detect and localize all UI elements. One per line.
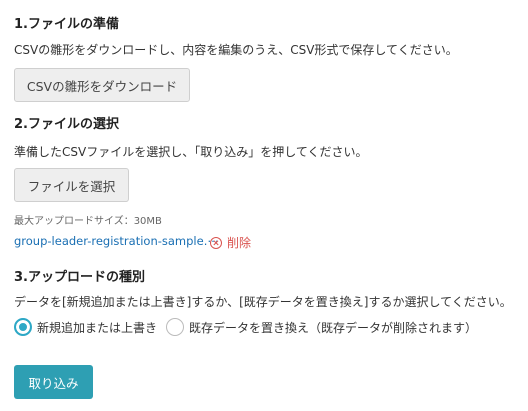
download-template-button[interactable]: CSVの雛形をダウンロード [14,68,190,102]
import-button[interactable]: 取り込み [14,365,93,399]
radio-replace-existing[interactable] [166,318,185,336]
section-2-description: 準備したCSVファイルを選択し、「取り込み」を押してください。 [14,145,368,159]
section-1-description: CSVの雛形をダウンロードし、内容を編集のうえ、CSV形式で保存してください。 [14,43,458,57]
section-3-description: データを[新規追加または上書き]するか、[既存データを置き換え]するか選択してく… [14,295,512,309]
delete-file-button[interactable]: 削除 [210,234,251,251]
delete-label: 削除 [227,236,252,250]
radio-add-or-overwrite-label[interactable]: 新規追加または上書き [37,319,157,336]
section-3-heading: 3.アップロードの種別 [14,270,145,285]
section-2-heading: 2.ファイルの選択 [14,117,119,132]
max-upload-size-note: 最大アップロードサイズ：30MB [14,216,162,227]
circle-x-icon [210,236,222,249]
radio-replace-existing-label[interactable]: 既存データを置き換え（既存データが削除されます） [189,319,477,336]
csv-import-page: 1.ファイルの準備 CSVの雛形をダウンロードし、内容を編集のうえ、CSV形式で… [0,0,528,411]
upload-type-radio-group: 新規追加または上書き 既存データを置き換え（既存データが削除されます） [14,318,477,336]
select-file-button[interactable]: ファイルを選択 [14,168,129,202]
selected-file-link[interactable]: group-leader-registration-sample.⋯ [14,234,219,248]
radio-add-or-overwrite[interactable] [14,318,32,336]
section-1-heading: 1.ファイルの準備 [14,17,119,32]
